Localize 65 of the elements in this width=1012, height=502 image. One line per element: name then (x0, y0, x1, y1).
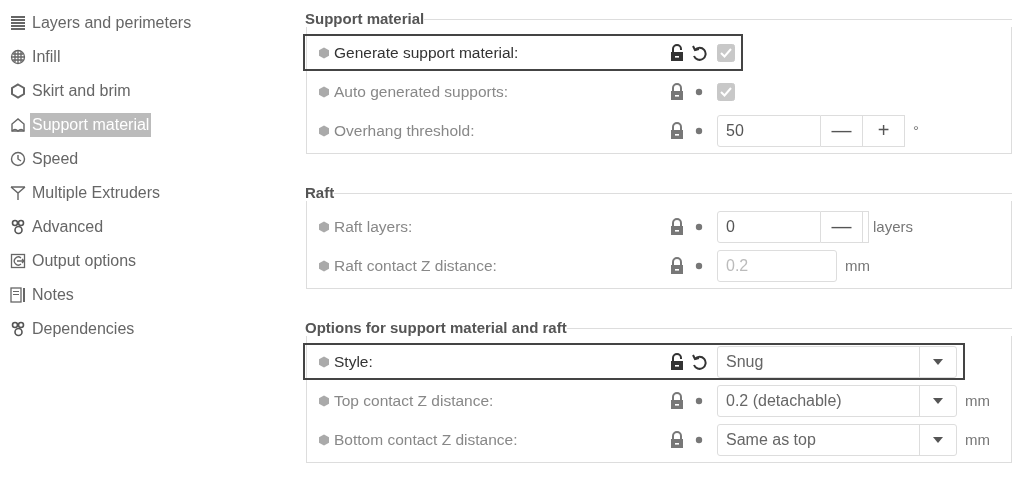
hexagon-icon (10, 83, 26, 99)
option-label: Raft contact Z distance: (334, 256, 498, 275)
lock-icon[interactable] (669, 391, 685, 410)
funnel-icon (10, 185, 26, 201)
layers-icon (10, 15, 26, 31)
undo-icon[interactable] (691, 43, 707, 62)
number-field[interactable]: 0 (717, 210, 821, 243)
caret-icon (933, 397, 943, 404)
hexagon-icon (318, 220, 330, 233)
hexagon-icon (318, 85, 330, 98)
unlocked-lock-icon[interactable] (669, 43, 685, 62)
unit-label: ° (913, 122, 919, 139)
lock-icon[interactable] (669, 82, 685, 101)
dropdown[interactable]: 0.2 (detachable) (717, 384, 957, 417)
gears-icon (10, 219, 26, 235)
unit-label: mm (845, 257, 870, 274)
option-label: Style: (334, 352, 374, 371)
sidebar-item[interactable]: Notes (30, 283, 76, 307)
support-icon (10, 117, 26, 133)
caret-icon (933, 358, 943, 365)
hexagon-icon (318, 46, 330, 59)
unlocked-lock-icon[interactable] (669, 352, 685, 371)
caret-icon (933, 436, 943, 443)
sidebar-item[interactable]: Skirt and brim (30, 79, 133, 103)
lock-icon[interactable] (669, 217, 685, 236)
sidebar-item[interactable]: Layers and perimeters (30, 11, 194, 35)
unit-label: mm (965, 392, 990, 409)
hexagon-icon (318, 259, 330, 272)
sidebar-item[interactable]: Speed (30, 147, 81, 171)
option-label: Auto generated supports: (334, 82, 510, 101)
option-label: Generate support material: (334, 43, 520, 62)
hexagon-icon (318, 124, 330, 137)
checkbox[interactable] (717, 82, 735, 101)
decrement-button[interactable]: — (821, 114, 863, 147)
increment-button[interactable]: + (863, 114, 905, 147)
dropdown[interactable]: Snug (717, 345, 957, 378)
option-label: Raft layers: (334, 217, 414, 236)
sidebar-item[interactable]: Dependencies (30, 317, 137, 341)
undo-icon[interactable] (691, 352, 707, 371)
export-icon (10, 253, 26, 269)
clock-icon (10, 151, 26, 167)
section-title: Support material (305, 10, 425, 27)
hexagon-icon (318, 433, 330, 446)
section-title: Options for support material and raft (305, 319, 567, 336)
sidebar-item[interactable]: Advanced (30, 215, 106, 239)
section-title: Raft (305, 184, 335, 201)
lock-icon[interactable] (669, 430, 685, 449)
option-label: Top contact Z distance: (334, 391, 495, 410)
sidebar-item[interactable]: Multiple Extruders (30, 181, 163, 205)
dropdown[interactable]: Same as top (717, 423, 957, 456)
checkbox[interactable] (717, 43, 735, 62)
unit-label: mm (965, 431, 990, 448)
mesh-icon (10, 49, 26, 65)
option-label: Bottom contact Z distance: (334, 430, 519, 449)
number-field[interactable]: 50 (717, 114, 821, 147)
sidebar-item[interactable]: Infill (30, 45, 63, 69)
unit-label: layers (873, 218, 913, 235)
hexagon-icon (318, 394, 330, 407)
lock-icon[interactable] (669, 121, 685, 140)
sidebar-item[interactable]: Output options (30, 249, 139, 273)
gears-icon (10, 321, 26, 337)
document-icon (10, 287, 26, 303)
option-label: Overhang threshold: (334, 121, 476, 140)
decrement-button[interactable]: — (821, 210, 863, 243)
hexagon-icon (318, 355, 330, 368)
